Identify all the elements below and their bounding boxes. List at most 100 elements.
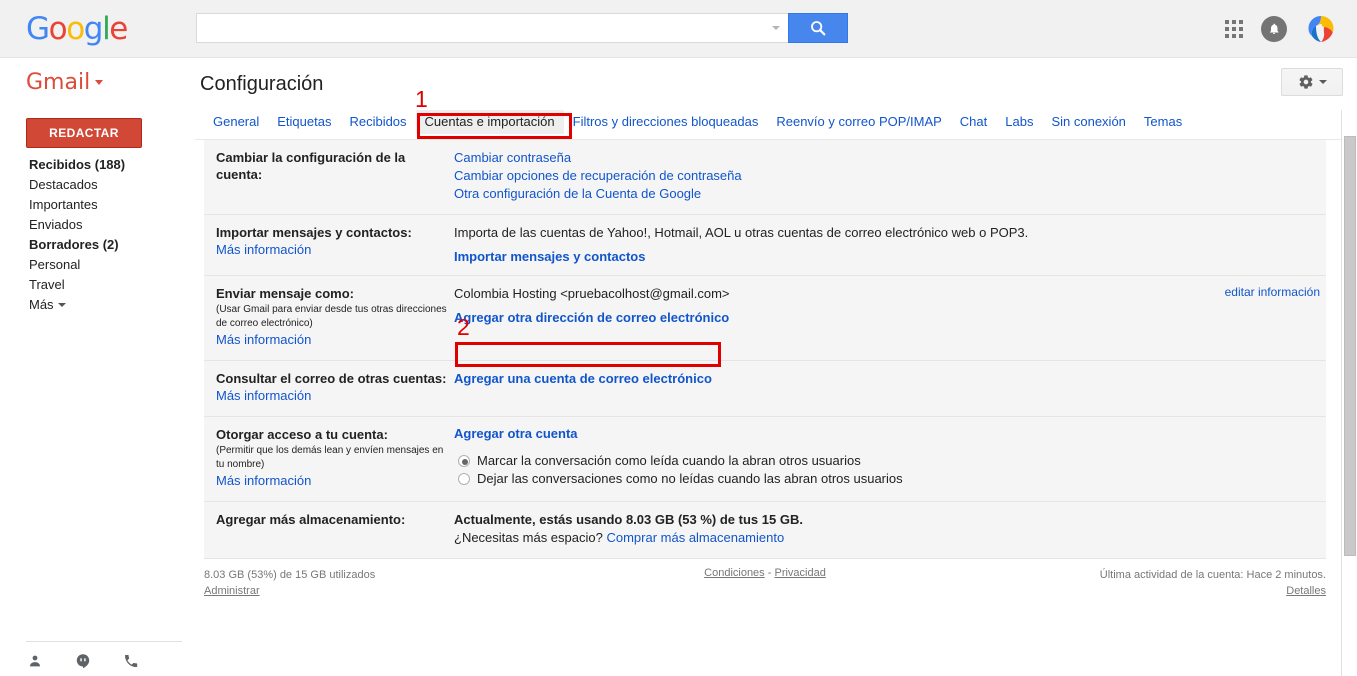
grant-access-more-info-link[interactable]: Más información bbox=[216, 473, 311, 488]
edit-info-link[interactable]: editar información bbox=[1225, 285, 1320, 299]
sidebar-nav-list: Recibidos (188) Destacados Importantes E… bbox=[29, 155, 189, 315]
row-label-cell: Enviar mensaje como: (Usar Gmail para en… bbox=[204, 285, 454, 349]
grant-access-option-mark-read[interactable]: Marcar la conversación como leída cuando… bbox=[458, 452, 1314, 470]
sidebar-bottom-icons bbox=[26, 641, 182, 670]
import-label: Importar mensajes y contactos: bbox=[216, 225, 412, 240]
tab-temas[interactable]: Temas bbox=[1135, 110, 1191, 134]
bell-glyph bbox=[1270, 23, 1279, 34]
compose-button[interactable]: REDACTAR bbox=[26, 118, 142, 148]
add-another-email-address-link[interactable]: Agregar otra dirección de correo electró… bbox=[454, 310, 1314, 325]
content-scrollbar[interactable] bbox=[1341, 110, 1357, 676]
tab-labs[interactable]: Labs bbox=[996, 110, 1042, 134]
notifications-bell-icon[interactable] bbox=[1261, 16, 1287, 42]
footer-separator: - bbox=[767, 567, 772, 579]
grant-access-note: (Permitir que los demás lean y envíen me… bbox=[216, 445, 444, 470]
search-input[interactable] bbox=[197, 14, 788, 42]
row-value-cell: Importa de las cuentas de Yahoo!, Hotmai… bbox=[454, 224, 1326, 264]
sidebar-item-importantes[interactable]: Importantes bbox=[29, 195, 189, 215]
person-glyph bbox=[30, 655, 40, 667]
send-as-label: Enviar mensaje como: bbox=[216, 286, 354, 301]
settings-row-grant-access: Otorgar acceso a tu cuenta: (Permitir qu… bbox=[204, 417, 1326, 502]
row-label-cell: Importar mensajes y contactos: Más infor… bbox=[204, 224, 454, 264]
radio-leave-unread-label: Dejar las conversaciones como no leídas … bbox=[477, 471, 903, 486]
hangouts-icon[interactable] bbox=[74, 652, 92, 670]
sidebar-item-destacados[interactable]: Destacados bbox=[29, 175, 189, 195]
settings-row-storage: Agregar más almacenamiento: Actualmente,… bbox=[204, 502, 1326, 559]
tab-chat[interactable]: Chat bbox=[951, 110, 996, 134]
avatar-image bbox=[1305, 13, 1337, 45]
radio-leave-unread[interactable] bbox=[458, 473, 470, 485]
check-mail-more-info-link[interactable]: Más información bbox=[216, 388, 311, 403]
send-as-note: (Usar Gmail para enviar desde tus otras … bbox=[216, 304, 447, 329]
sidebar: REDACTAR Recibidos (188) Destacados Impo… bbox=[0, 110, 195, 676]
page-footer: 8.03 GB (53%) de 15 GB utilizados Admini… bbox=[204, 559, 1326, 609]
settings-row-send-as: Enviar mensaje como: (Usar Gmail para en… bbox=[204, 276, 1326, 361]
settings-table: Cambiar la configuración de la cuenta: C… bbox=[204, 140, 1326, 559]
add-email-account-link[interactable]: Agregar una cuenta de correo electrónico bbox=[454, 371, 712, 386]
chevron-down-icon[interactable] bbox=[772, 26, 780, 30]
send-as-address: Colombia Hosting <pruebacolhost@gmail.co… bbox=[454, 286, 730, 301]
row-label-cell: Consultar el correo de otras cuentas: Má… bbox=[204, 370, 454, 405]
settings-row-change-account: Cambiar la configuración de la cuenta: C… bbox=[204, 140, 1326, 215]
settings-tabs: General Etiquetas Recibidos Cuentas e im… bbox=[195, 110, 1357, 140]
activity-details-link[interactable]: Detalles bbox=[1286, 585, 1326, 597]
settings-row-check-mail: Consultar el correo de otras cuentas: Má… bbox=[204, 361, 1326, 417]
tab-filtros-y-direcciones-bloqueadas[interactable]: Filtros y direcciones bloqueadas bbox=[564, 110, 768, 134]
check-mail-label: Consultar el correo de otras cuentas: bbox=[216, 371, 447, 386]
sidebar-item-borradores[interactable]: Borradores (2) bbox=[29, 235, 189, 255]
person-icon[interactable] bbox=[26, 652, 44, 670]
storage-usage-text: Actualmente, estás usando 8.03 GB (53 %)… bbox=[454, 512, 803, 527]
gear-icon bbox=[1298, 75, 1313, 89]
row-label-cell: Agregar más almacenamiento: bbox=[204, 511, 454, 547]
hangouts-glyph bbox=[76, 654, 90, 669]
radio-mark-read-label: Marcar la conversación como leída cuando… bbox=[477, 453, 861, 468]
phone-icon[interactable] bbox=[122, 652, 140, 670]
import-more-info-link[interactable]: Más información bbox=[216, 242, 311, 257]
tab-general[interactable]: General bbox=[204, 110, 268, 134]
sidebar-item-mas[interactable]: Más bbox=[29, 295, 189, 315]
sidebar-item-travel[interactable]: Travel bbox=[29, 275, 189, 295]
profile-avatar[interactable] bbox=[1305, 13, 1337, 45]
app-header-bar: Gmail Configuración bbox=[0, 58, 1357, 110]
row-value-cell: Agregar una cuenta de correo electrónico bbox=[454, 370, 1326, 405]
phone-glyph bbox=[125, 655, 138, 667]
sidebar-item-personal[interactable]: Personal bbox=[29, 255, 189, 275]
search-bar bbox=[196, 13, 848, 43]
change-password-link[interactable]: Cambiar contraseña bbox=[454, 149, 1314, 167]
row-value-cell: Colombia Hosting <pruebacolhost@gmail.co… bbox=[454, 285, 1326, 349]
tab-cuentas-e-importacion[interactable]: Cuentas e importación bbox=[415, 110, 564, 134]
change-password-recovery-link[interactable]: Cambiar opciones de recuperación de cont… bbox=[454, 167, 1314, 185]
main-content: General Etiquetas Recibidos Cuentas e im… bbox=[195, 110, 1357, 676]
tab-sin-conexion[interactable]: Sin conexión bbox=[1042, 110, 1134, 134]
google-logo[interactable]: Google bbox=[26, 12, 128, 46]
search-button[interactable] bbox=[788, 13, 848, 43]
sidebar-item-enviados[interactable]: Enviados bbox=[29, 215, 189, 235]
radio-mark-read[interactable] bbox=[458, 455, 470, 467]
top-right-actions bbox=[1225, 12, 1337, 46]
tab-reenvio-y-correo-pop-imap[interactable]: Reenvío y correo POP/IMAP bbox=[767, 110, 950, 134]
other-google-account-settings-link[interactable]: Otra configuración de la Cuenta de Googl… bbox=[454, 185, 1314, 203]
apps-grid-icon[interactable] bbox=[1225, 20, 1243, 38]
buy-more-storage-link[interactable]: Comprar más almacenamiento bbox=[606, 529, 784, 547]
sidebar-item-recibidos[interactable]: Recibidos (188) bbox=[29, 155, 189, 175]
privacy-link[interactable]: Privacidad bbox=[774, 567, 825, 579]
search-field[interactable] bbox=[196, 13, 788, 43]
settings-gear-button[interactable] bbox=[1281, 68, 1343, 96]
row-label-cell: Otorgar acceso a tu cuenta: (Permitir qu… bbox=[204, 426, 454, 490]
manage-storage-link[interactable]: Administrar bbox=[204, 585, 260, 597]
gmail-product-menu[interactable]: Gmail bbox=[26, 70, 104, 95]
footer-activity-block: Última actividad de la cuenta: Hace 2 mi… bbox=[1100, 567, 1326, 599]
row-value-cell: Actualmente, estás usando 8.03 GB (53 %)… bbox=[454, 511, 1326, 547]
send-as-more-info-link[interactable]: Más información bbox=[216, 332, 311, 347]
row-value-cell: Cambiar contraseña Cambiar opciones de r… bbox=[454, 149, 1326, 203]
tab-recibidos[interactable]: Recibidos bbox=[340, 110, 415, 134]
gmail-label: Gmail bbox=[26, 70, 91, 95]
grant-access-option-leave-unread[interactable]: Dejar las conversaciones como no leídas … bbox=[458, 470, 1314, 488]
import-messages-contacts-link[interactable]: Importar mensajes y contactos bbox=[454, 249, 1314, 264]
tab-etiquetas[interactable]: Etiquetas bbox=[268, 110, 340, 134]
terms-link[interactable]: Condiciones bbox=[704, 567, 765, 579]
add-another-account-link[interactable]: Agregar otra cuenta bbox=[454, 426, 1314, 441]
storage-need-more-row: ¿Necesitas más espacio? Comprar más alma… bbox=[454, 529, 1314, 547]
search-icon bbox=[811, 21, 826, 36]
scrollbar-thumb[interactable] bbox=[1344, 136, 1356, 556]
